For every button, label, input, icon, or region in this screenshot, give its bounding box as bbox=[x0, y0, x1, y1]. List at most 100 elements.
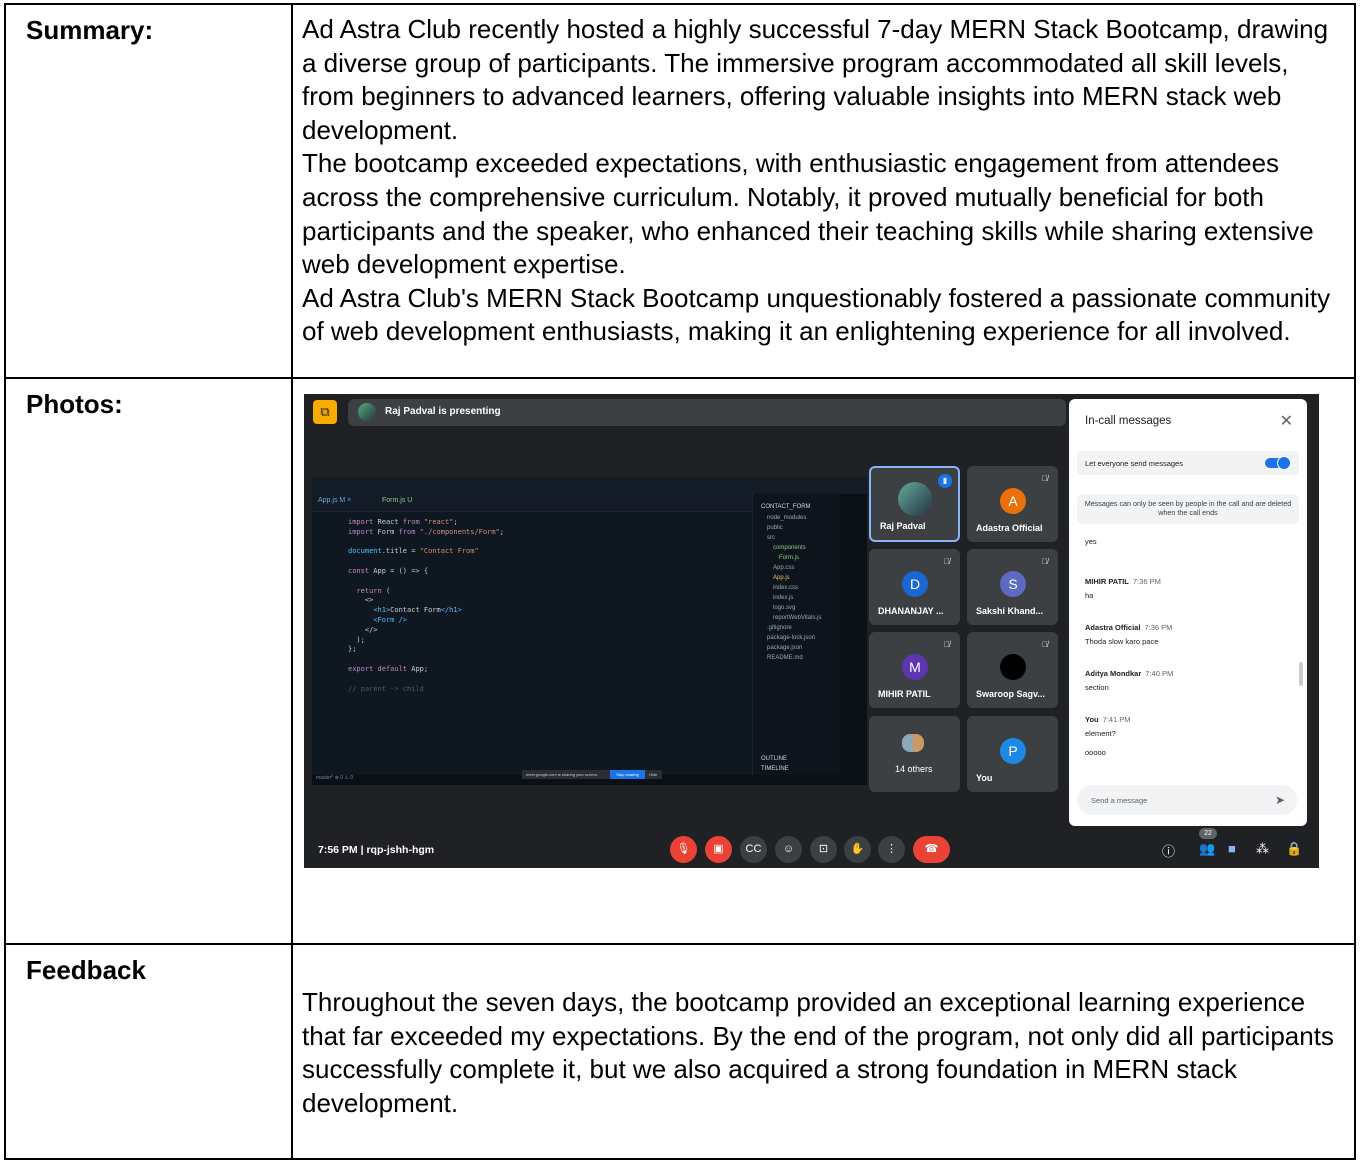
scrollbar[interactable] bbox=[1299, 662, 1303, 686]
file-item: package-lock.json bbox=[767, 635, 816, 641]
file-item: src bbox=[767, 535, 775, 541]
participant-tile[interactable]: P You bbox=[967, 716, 1058, 792]
camera-off-button[interactable]: ▣ bbox=[705, 836, 732, 863]
tab-form-js: Form.js U bbox=[382, 497, 413, 504]
file-item: components bbox=[773, 545, 806, 551]
people-icon[interactable]: 👥 bbox=[1199, 841, 1215, 857]
participant-tile[interactable]: 14 others bbox=[869, 716, 960, 792]
end-call-button[interactable]: ☎ bbox=[913, 836, 950, 863]
message-input[interactable]: Send a message ➤ bbox=[1077, 785, 1297, 815]
file-explorer: CONTACT_FORM node_modules public src com… bbox=[752, 494, 840, 785]
participant-name: 14 others bbox=[895, 764, 933, 774]
participant-name: You bbox=[976, 773, 993, 783]
participant-name: Sakshi Khand... bbox=[976, 606, 1044, 616]
hide-button[interactable]: Hide bbox=[649, 772, 657, 777]
mic-off-icon: 🎙̸ bbox=[1042, 474, 1048, 483]
meet-controls: 7:56 PM | rqp-jshh-hgm 🎙 ▣ CC ☺ ⊡ ✋ ⋮ ☎ … bbox=[304, 828, 1319, 864]
mic-off-button[interactable]: 🎙 bbox=[670, 836, 697, 863]
info-icon[interactable]: ⓘ bbox=[1162, 841, 1175, 860]
emoji-button[interactable]: ☺ bbox=[775, 836, 802, 863]
presenting-text: Raj Padval is presenting bbox=[385, 406, 501, 417]
chat-message: Aditya Mondkar 7:40 PM section bbox=[1085, 669, 1174, 692]
meet-screenshot: ⧉ Raj Padval is presenting App.js M × Fo… bbox=[304, 394, 1319, 868]
share-banner: meet.google.com is sharing your screen. … bbox=[522, 770, 662, 779]
chat-icon[interactable]: ■ bbox=[1228, 841, 1236, 856]
avatar bbox=[1000, 654, 1026, 680]
chat-title: In-call messages bbox=[1085, 415, 1172, 427]
code-editor: import React from "react"; import Form f… bbox=[348, 518, 504, 693]
summary-label: Summary: bbox=[4, 3, 293, 379]
raise-hand-button[interactable]: ✋ bbox=[844, 836, 871, 863]
speaking-icon: ▮ bbox=[938, 474, 952, 488]
chat-message: You 7:41 PM element? bbox=[1085, 715, 1131, 738]
file-item: .gitignore bbox=[767, 625, 792, 631]
participant-tile[interactable]: 🎙̸ Swaroop Sagv... bbox=[967, 632, 1058, 708]
meeting-time-code: 7:56 PM | rqp-jshh-hgm bbox=[318, 844, 435, 856]
vscode-menubar bbox=[312, 478, 867, 494]
git-status: master* ⊗ 0 ⚠ 0 bbox=[316, 775, 354, 781]
participant-tile[interactable]: 🎙̸ D DHANANJAY ... bbox=[869, 549, 960, 625]
mic-off-icon: 🎙̸ bbox=[944, 557, 950, 566]
vscode-window: App.js M × Form.js U import React from "… bbox=[312, 478, 867, 785]
participant-name: Swaroop Sagv... bbox=[976, 689, 1045, 699]
vscode-tabs: App.js M × Form.js U bbox=[312, 494, 752, 512]
avatar: M bbox=[902, 654, 928, 680]
participant-name: DHANANJAY ... bbox=[878, 606, 944, 616]
mic-off-icon: 🎙̸ bbox=[1042, 640, 1048, 649]
chat-panel: In-call messages ✕ Let everyone send mes… bbox=[1069, 399, 1307, 826]
file-item: README.md bbox=[767, 655, 803, 661]
photos-label: Photos: bbox=[4, 377, 293, 945]
chat-message: yes bbox=[1085, 537, 1097, 546]
file-item: public bbox=[767, 525, 783, 531]
file-item: reportWebVitals.js bbox=[773, 615, 822, 621]
avatar: D bbox=[902, 571, 928, 597]
participant-name: Adastra Official bbox=[976, 523, 1043, 533]
summary-paragraph: Ad Astra Club's MERN Stack Bootcamp unqu… bbox=[302, 282, 1331, 347]
chat-message: ooooo bbox=[1085, 748, 1106, 757]
feedback-text: Throughout the seven days, the bootcamp … bbox=[291, 943, 1356, 1160]
feedback-label: Feedback bbox=[4, 943, 293, 1160]
present-icon: ⧉ bbox=[313, 400, 337, 424]
file-item: index.js bbox=[773, 595, 794, 601]
participant-tile[interactable]: ▮ Raj Padval bbox=[869, 466, 960, 542]
file-item: node_modules bbox=[767, 515, 807, 521]
send-messages-toggle[interactable]: Let everyone send messages bbox=[1077, 451, 1299, 475]
close-icon[interactable]: ✕ bbox=[1280, 411, 1293, 431]
participant-tile[interactable]: 🎙̸ A Adastra Official bbox=[967, 466, 1058, 542]
avatar: A bbox=[1000, 488, 1026, 514]
avatar: S bbox=[1000, 571, 1026, 597]
explorer-title: CONTACT_FORM bbox=[761, 504, 811, 510]
file-item: logo.svg bbox=[773, 605, 796, 611]
timeline-label: TIMELINE bbox=[761, 766, 789, 772]
file-item: App.css bbox=[773, 565, 795, 571]
present-button[interactable]: ⊡ bbox=[810, 836, 837, 863]
file-item: App.js bbox=[773, 575, 790, 581]
participant-tile[interactable]: 🎙̸ M MIHIR PATIL bbox=[869, 632, 960, 708]
presenting-bar: Raj Padval is presenting bbox=[348, 399, 1066, 426]
summary-paragraph: Ad Astra Club recently hosted a highly s… bbox=[302, 14, 1329, 145]
mic-off-icon: 🎙̸ bbox=[1042, 557, 1048, 566]
chat-notice: Messages can only be seen by people in t… bbox=[1077, 494, 1299, 524]
chat-message: Adastra Official 7:36 PM Thoda slow karo p… bbox=[1085, 623, 1173, 646]
more-options-button[interactable]: ⋮ bbox=[878, 836, 905, 863]
file-item: Form.js bbox=[779, 555, 799, 561]
stop-sharing-button[interactable]: Stop sharing bbox=[610, 770, 645, 779]
report-table: Summary: Ad Astra Club recently hosted a… bbox=[4, 3, 1356, 1160]
send-icon[interactable]: ➤ bbox=[1275, 793, 1285, 807]
mic-off-icon: 🎙̸ bbox=[944, 640, 950, 649]
summary-paragraph: The bootcamp exceeded expectations, with… bbox=[302, 148, 1314, 280]
participant-count-badge: 22 bbox=[1199, 828, 1217, 839]
tab-app-js: App.js M × bbox=[318, 497, 352, 504]
outline-label: OUTLINE bbox=[761, 756, 788, 762]
chat-message: MIHIR PATIL 7:36 PM ha bbox=[1085, 577, 1161, 600]
captions-button[interactable]: CC bbox=[740, 836, 767, 863]
participant-name: Raj Padval bbox=[880, 521, 926, 531]
input-placeholder: Send a message bbox=[1091, 796, 1148, 805]
toggle-label: Let everyone send messages bbox=[1085, 459, 1183, 468]
activities-icon[interactable]: ⁂ bbox=[1256, 841, 1269, 857]
toggle-switch[interactable] bbox=[1265, 456, 1291, 470]
participant-tile[interactable]: 🎙̸ S Sakshi Khand... bbox=[967, 549, 1058, 625]
host-controls-icon[interactable]: 🔒 bbox=[1286, 841, 1302, 857]
avatar: P bbox=[1000, 738, 1026, 764]
file-item: package.json bbox=[767, 645, 803, 651]
